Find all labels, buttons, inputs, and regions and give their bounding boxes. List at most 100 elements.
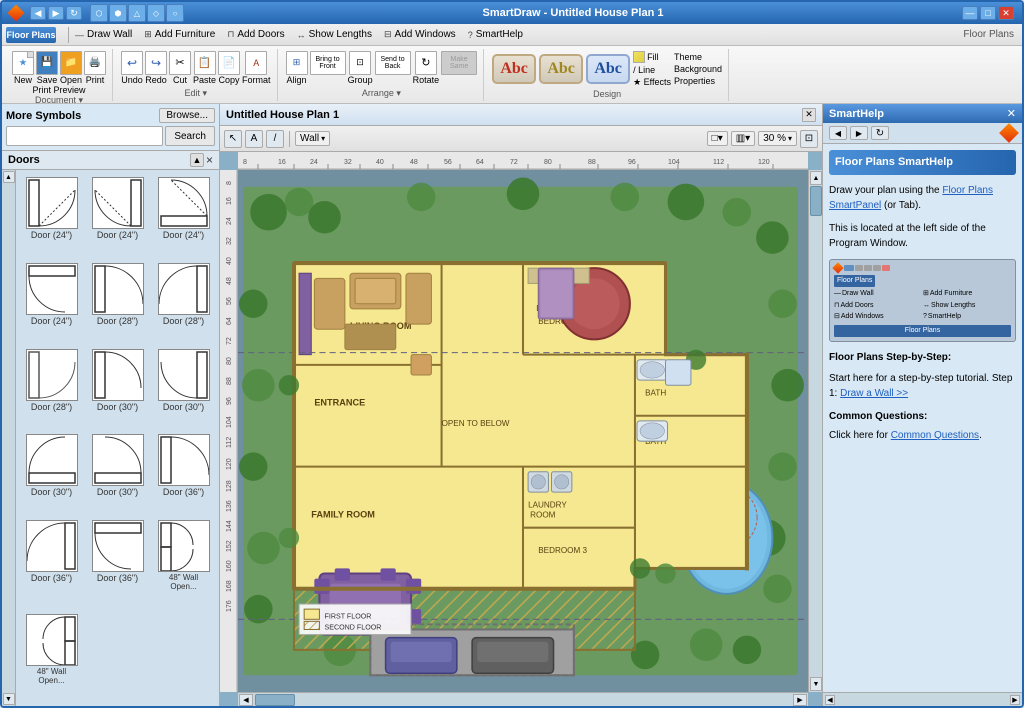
theme-button[interactable]: Theme	[674, 52, 722, 62]
print-button[interactable]: 🖨️ Print	[84, 51, 106, 85]
canvas-close-button[interactable]: ✕	[802, 108, 816, 122]
horizontal-scrollbar[interactable]: ◀ ▶	[238, 692, 808, 706]
tool1-button[interactable]: ⬡	[90, 4, 108, 22]
draw-wall-link[interactable]: Draw a Wall >>	[840, 388, 908, 399]
common-questions-link[interactable]: Common Questions	[891, 430, 979, 441]
door-item[interactable]: Door (36")	[20, 517, 83, 608]
minimize-button[interactable]: —	[962, 6, 978, 20]
search-button[interactable]: Search	[165, 126, 215, 146]
door-item[interactable]: Door (28")	[152, 260, 215, 343]
zoom-fit-button[interactable]: ⊡	[800, 130, 818, 148]
scroll-left-btn[interactable]: ◀	[239, 694, 253, 706]
scroll-up-btn[interactable]: ▲	[810, 171, 822, 185]
door-item[interactable]: Door (36")	[152, 431, 215, 514]
door-item[interactable]: Door (24")	[20, 174, 83, 257]
edit-dropdown[interactable]: Edit ▾	[121, 87, 271, 99]
scroll-thumb-v[interactable]	[810, 186, 822, 216]
copy-button[interactable]: 📄 Copy	[218, 51, 240, 85]
fill-button[interactable]: Fill	[633, 51, 671, 63]
line-button[interactable]: / Line	[633, 65, 671, 75]
sh-refresh-button[interactable]: ↻	[871, 126, 889, 140]
properties-button[interactable]: Properties	[674, 76, 722, 86]
left-panel: More Symbols Browse... Search Doors ▲ ×	[2, 104, 220, 706]
door-item[interactable]: Door (28")	[20, 346, 83, 429]
make-same-button[interactable]: Make Same	[441, 51, 477, 85]
search-input[interactable]	[6, 126, 163, 146]
wall-type-selector[interactable]: Wall ▾	[295, 131, 330, 146]
doors-scroll-up[interactable]: ▲	[190, 153, 204, 167]
line-tool[interactable]: /	[266, 130, 284, 148]
maximize-button[interactable]: □	[980, 6, 996, 20]
door-item[interactable]: Door (30")	[20, 431, 83, 514]
sh-forward-button[interactable]: ▶	[850, 126, 868, 140]
scroll-down-arrow[interactable]: ▼	[3, 693, 15, 705]
shape-selector[interactable]: □▾	[707, 131, 728, 146]
scroll-down-btn[interactable]: ▼	[810, 677, 822, 691]
tool2-button[interactable]: ⬢	[109, 4, 127, 22]
scroll-right-btn[interactable]: ▶	[793, 694, 807, 706]
zoom-selector[interactable]: 30 % ▾	[758, 131, 797, 146]
arrange-dropdown[interactable]: Arrange ▾	[286, 87, 478, 99]
tool4-button[interactable]: ◇	[147, 4, 165, 22]
pointer-tool[interactable]: ↖	[224, 130, 242, 148]
door-item[interactable]: 48" Wall Open...	[20, 611, 83, 702]
abc-btn-blue[interactable]: Abc	[586, 54, 630, 84]
vertical-scrollbar[interactable]: ▲ ▼	[808, 170, 822, 692]
paste-button[interactable]: 📋 Paste	[193, 51, 216, 85]
align-button[interactable]: ⊞ Align	[286, 51, 308, 85]
open-button[interactable]: 📁 Open	[60, 51, 82, 85]
tool3-button[interactable]: △	[128, 4, 146, 22]
sh-scroll-left[interactable]: ◀	[825, 695, 835, 705]
menu-smarthelp[interactable]: ? SmartHelp	[466, 28, 525, 41]
sh-back-button[interactable]: ◀	[829, 126, 847, 140]
send-to-back-button[interactable]: Send to Back	[375, 51, 411, 85]
refresh-button[interactable]: ↻	[66, 6, 82, 20]
menu-show-lengths[interactable]: ↔ Show Lengths	[295, 28, 374, 41]
door-item[interactable]: Door (30")	[86, 346, 149, 429]
forward-button[interactable]: ▶	[48, 6, 64, 20]
bring-to-front-button[interactable]: Bring to Front	[310, 51, 346, 85]
background-button[interactable]: Background	[674, 64, 722, 74]
doors-close-button[interactable]: ×	[206, 153, 213, 167]
door-item[interactable]: Door (28")	[86, 260, 149, 343]
scroll-thumb-h[interactable]	[255, 694, 295, 706]
smarthelp-close-button[interactable]: ✕	[1007, 107, 1016, 120]
sh-scrollbar-h[interactable]: ◀ ▶	[823, 692, 1022, 706]
menu-add-doors[interactable]: ⊓ Add Doors	[225, 28, 286, 41]
save-button[interactable]: 💾 Save	[36, 51, 58, 85]
redo-button[interactable]: ↪ Redo	[145, 51, 167, 85]
door-item[interactable]: Door (24")	[152, 174, 215, 257]
floor-plan-area[interactable]: LIVING ROOM ENTRANCE FAMILY ROOM BEDROOM…	[238, 170, 808, 692]
door-item[interactable]: Door (30")	[152, 346, 215, 429]
tool5-button[interactable]: ○	[166, 4, 184, 22]
floor-plans-tab[interactable]: Floor Plans	[6, 27, 56, 43]
rotate-button[interactable]: ↻ Rotate	[413, 51, 440, 85]
effects-button[interactable]: ★ Effects	[633, 77, 671, 88]
menu-draw-wall[interactable]: — Draw Wall	[73, 28, 134, 41]
text-tool[interactable]: A	[245, 130, 263, 148]
scroll-up-arrow[interactable]: ▲	[3, 171, 15, 183]
new-button[interactable]: ★ New	[12, 51, 34, 85]
menu-add-windows[interactable]: ⊟ Add Windows	[382, 28, 458, 41]
door-item[interactable]: Door (36")	[86, 517, 149, 608]
undo-button[interactable]: ↩ Undo	[121, 51, 143, 85]
back-button[interactable]: ◀	[30, 6, 46, 20]
group-button[interactable]: ⊡ Group	[348, 51, 373, 85]
print-preview-button[interactable]: Print Preview	[33, 85, 86, 95]
floor-plans-link[interactable]: Floor Plans SmartPanel	[829, 185, 993, 211]
doors-scrollbar[interactable]: ▲ ▼	[2, 170, 16, 706]
abc-btn-gold[interactable]: Abc	[539, 54, 583, 84]
browse-button[interactable]: Browse...	[159, 108, 215, 123]
cut-button[interactable]: ✂ Cut	[169, 51, 191, 85]
sh-scroll-right[interactable]: ▶	[1010, 695, 1020, 705]
door-item[interactable]: Door (24")	[20, 260, 83, 343]
abc-btn-red[interactable]: Abc	[492, 54, 536, 84]
door-item[interactable]: 48" Wall Open...	[152, 517, 215, 608]
door-item[interactable]: Door (24")	[86, 174, 149, 257]
menu-add-furniture[interactable]: ⊞ Add Furniture	[142, 28, 217, 41]
close-button[interactable]: ✕	[998, 6, 1014, 20]
fill-selector[interactable]: ▥▾	[731, 131, 755, 146]
format-button[interactable]: A Format	[242, 51, 271, 85]
door-item[interactable]: Door (30")	[86, 431, 149, 514]
smarthelp-nav: ◀ ▶ ↻	[823, 123, 1022, 144]
